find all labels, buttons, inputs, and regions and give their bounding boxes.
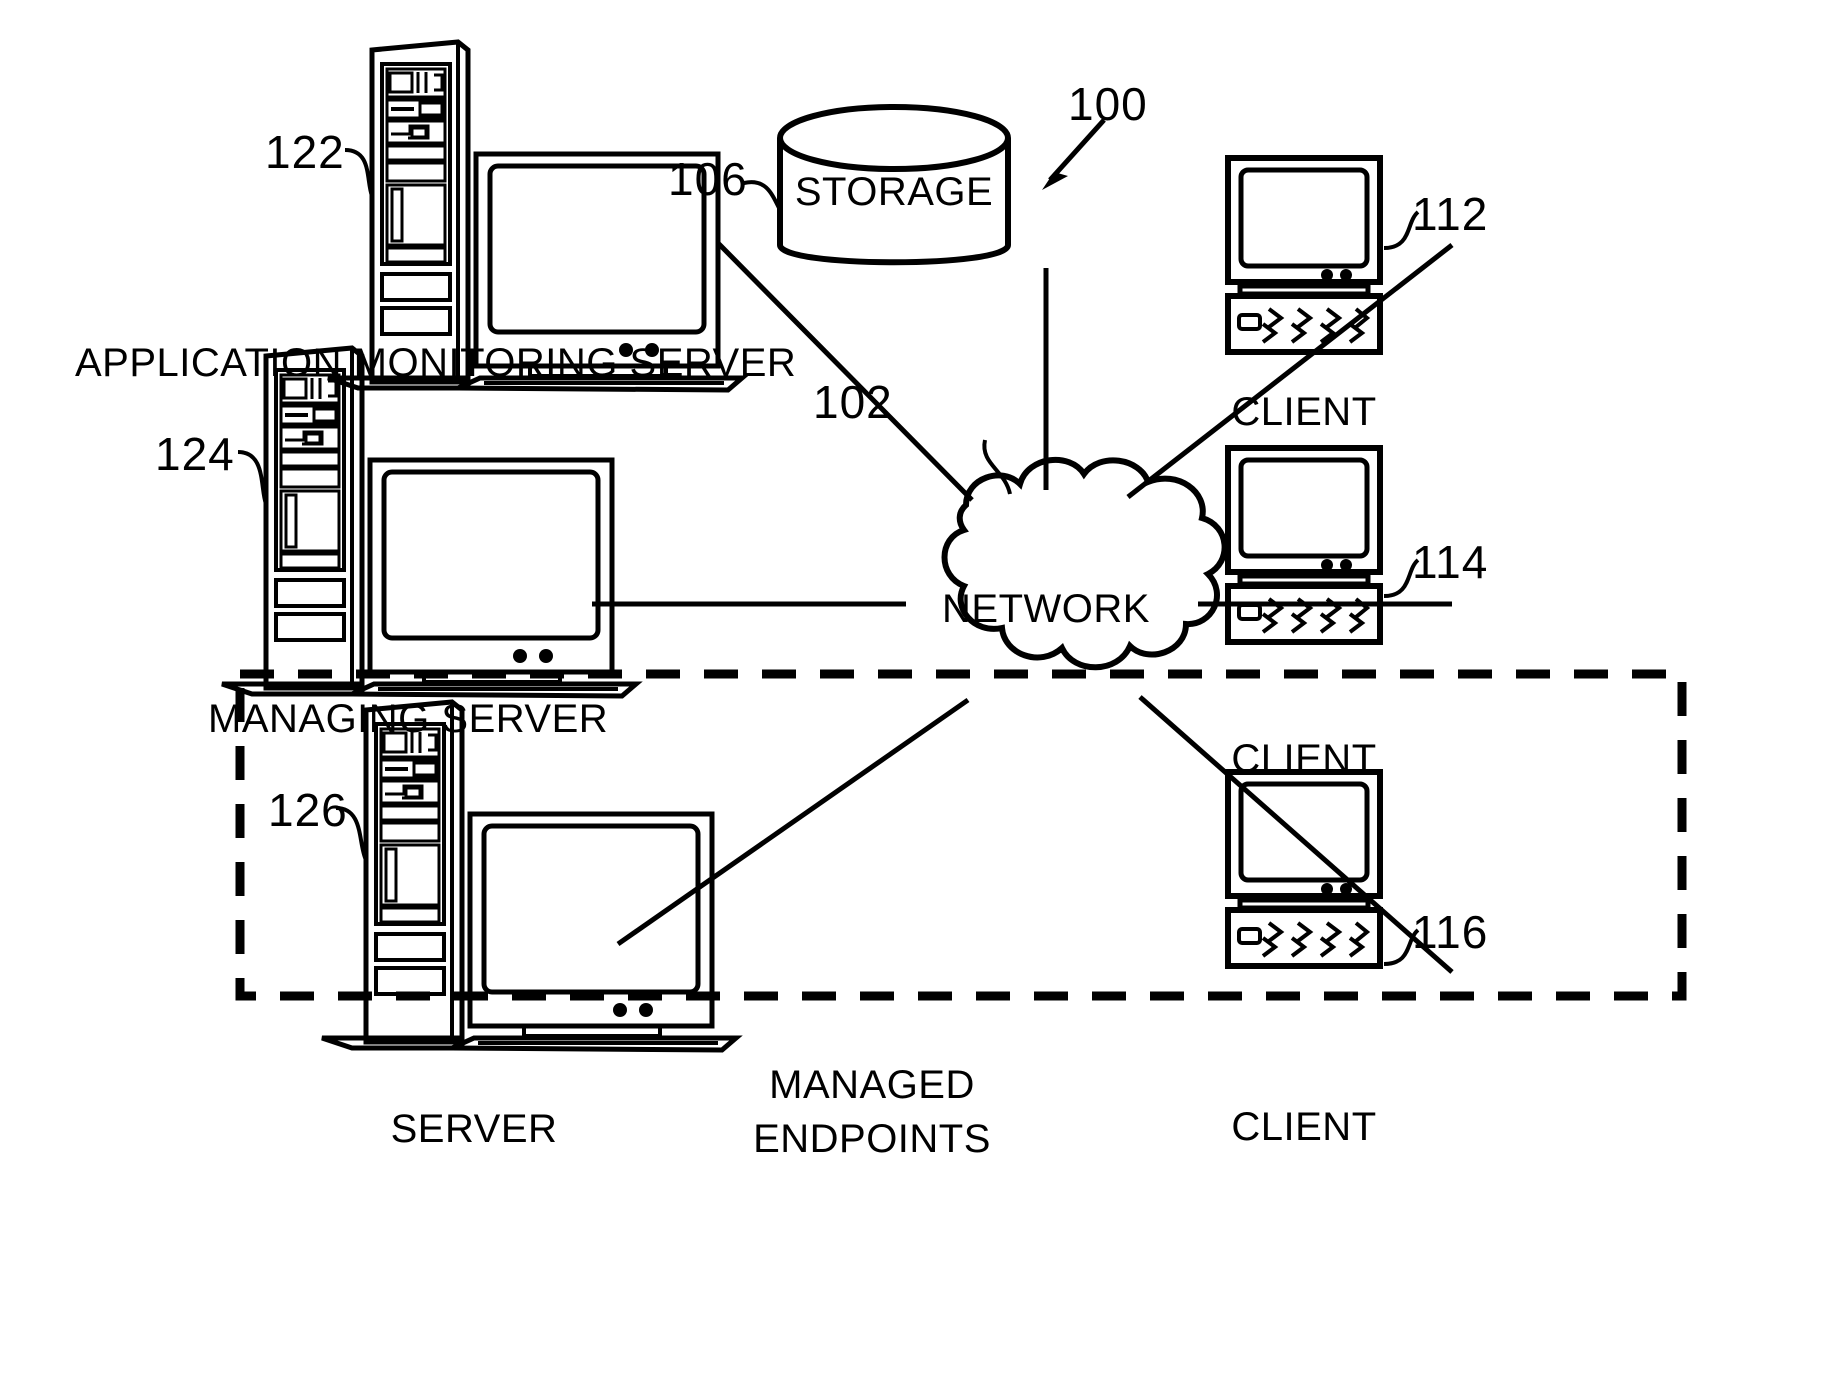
application-monitoring-server-node bbox=[328, 42, 742, 390]
leader-102 bbox=[982, 439, 1012, 495]
leader-124 bbox=[237, 450, 268, 505]
client-116-node bbox=[1228, 772, 1380, 966]
ref-124: 124 bbox=[155, 428, 235, 480]
client-116-label: CLIENT bbox=[1231, 1105, 1376, 1149]
ref-126: 126 bbox=[268, 784, 348, 836]
managed-endpoints-label-line2: ENDPOINTS bbox=[753, 1117, 991, 1161]
managing-server-node bbox=[222, 348, 636, 696]
leader-122 bbox=[344, 148, 374, 197]
client-114-label: CLIENT bbox=[1231, 737, 1376, 781]
ref-100: 100 bbox=[1068, 78, 1148, 130]
client-114-node bbox=[1228, 448, 1380, 642]
ref-106: 106 bbox=[668, 153, 748, 205]
application-monitoring-server-label: APPLICATION MONITORING SERVER bbox=[75, 341, 796, 385]
network-node bbox=[941, 456, 1228, 671]
ref-122: 122 bbox=[265, 126, 345, 178]
arrowhead-100 bbox=[1042, 172, 1068, 190]
client-112-label: CLIENT bbox=[1231, 390, 1376, 434]
network-diagram-svg: STORAGE NETWORK APPLICATION MONITORING S… bbox=[75, 0, 1687, 1161]
ref-116: 116 bbox=[1412, 906, 1488, 958]
managed-endpoints-label-line1: MANAGED bbox=[769, 1063, 975, 1107]
managing-server-label: MANAGING SERVER bbox=[208, 697, 608, 741]
leader-106 bbox=[743, 180, 782, 211]
storage-label: STORAGE bbox=[795, 170, 993, 214]
figure-canvas: STORAGE NETWORK APPLICATION MONITORING S… bbox=[0, 0, 1830, 1374]
network-label: NETWORK bbox=[942, 587, 1150, 631]
ref-112: 112 bbox=[1412, 188, 1488, 240]
ref-102: 102 bbox=[813, 376, 893, 428]
managed-server-label: SERVER bbox=[391, 1107, 558, 1151]
link-network-server126 bbox=[616, 697, 970, 947]
ref-114: 114 bbox=[1412, 536, 1488, 588]
client-112-node bbox=[1228, 158, 1380, 352]
